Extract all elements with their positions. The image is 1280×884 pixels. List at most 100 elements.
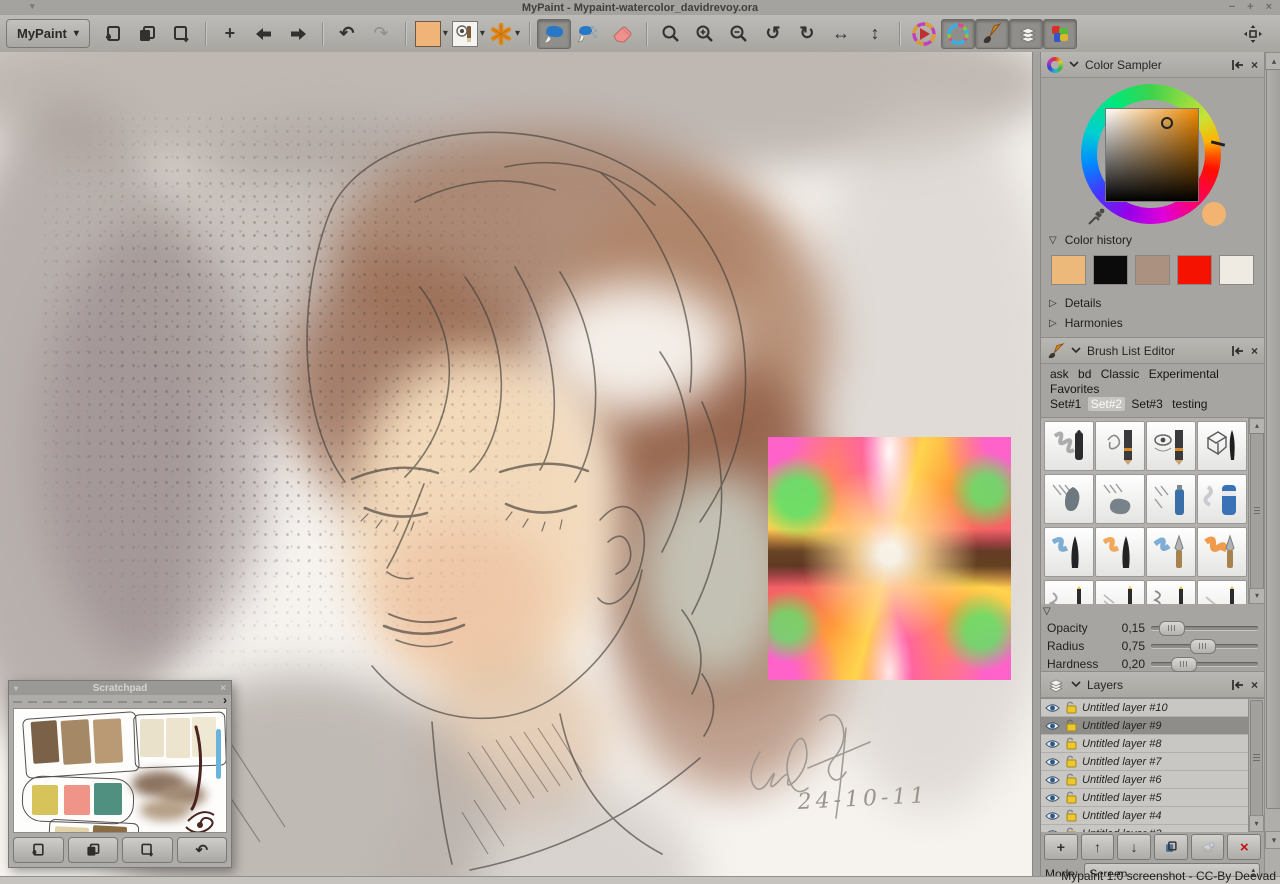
brush-item[interactable] xyxy=(1044,421,1094,471)
layers-panel-button[interactable] xyxy=(1009,19,1043,49)
brush-item[interactable] xyxy=(1044,474,1094,524)
history-swatch[interactable] xyxy=(1093,255,1128,285)
expand-arrow-icon[interactable]: › xyxy=(223,693,227,707)
brush-item[interactable] xyxy=(1095,580,1145,604)
brush-item[interactable] xyxy=(1197,580,1247,604)
maximize-button[interactable]: + xyxy=(1247,0,1253,15)
current-color-dot[interactable] xyxy=(1202,202,1226,226)
color-sampler-header[interactable]: Color Sampler × xyxy=(1041,52,1264,78)
scroll-up-icon[interactable]: ▴ xyxy=(1265,52,1280,70)
lock-open-icon[interactable] xyxy=(1065,755,1077,768)
rotate-ccw-button[interactable]: ↺ xyxy=(756,19,790,49)
brush-group-tab[interactable]: Experimental xyxy=(1146,367,1222,381)
visibility-eye-icon[interactable] xyxy=(1045,703,1060,713)
raise-layer-button[interactable]: ↑ xyxy=(1081,834,1115,860)
window-menu-chevron-icon[interactable]: ▾ xyxy=(30,1,35,12)
close-button[interactable]: × xyxy=(1266,0,1272,15)
panel-divider[interactable] xyxy=(1032,52,1041,877)
brush-panel-button[interactable] xyxy=(975,19,1009,49)
scratchpad-window[interactable]: ▾ Scratchpad × › xyxy=(8,680,232,868)
panel-close-icon[interactable]: × xyxy=(1251,678,1258,692)
hardness-slider[interactable] xyxy=(1151,662,1258,666)
brush-group-tab[interactable]: Classic xyxy=(1098,367,1143,381)
paint-tool-button[interactable] xyxy=(537,19,571,49)
merge-layer-button[interactable] xyxy=(1191,834,1225,860)
rotate-cw-button[interactable]: ↻ xyxy=(790,19,824,49)
smudge-tool-button[interactable] xyxy=(571,19,605,49)
duplicate-window-button[interactable] xyxy=(130,19,164,49)
dock-icon[interactable] xyxy=(1231,59,1245,71)
brush-group-tab[interactable]: Set#3 xyxy=(1128,397,1165,411)
title-bar[interactable]: ▾ MyPaint - Mypaint-watercolor_davidrevo… xyxy=(0,0,1280,15)
export-window-button[interactable] xyxy=(164,19,198,49)
saturation-value-square[interactable] xyxy=(1105,108,1199,202)
current-color-swatch[interactable] xyxy=(415,21,441,47)
scratchpad-undo-button[interactable]: ↶ xyxy=(177,837,228,863)
brush-item[interactable] xyxy=(1146,580,1196,604)
visibility-eye-icon[interactable] xyxy=(1045,739,1060,749)
flip-vertical-button[interactable]: ↕ xyxy=(858,19,892,49)
layer-row[interactable]: Untitled layer #8 xyxy=(1041,735,1248,753)
scroll-down-icon[interactable]: ▾ xyxy=(1265,831,1280,849)
brush-item[interactable] xyxy=(1095,474,1145,524)
zoom-in-button[interactable] xyxy=(688,19,722,49)
duplicate-layer-button[interactable] xyxy=(1154,834,1188,860)
brush-item[interactable] xyxy=(1044,527,1094,577)
brush-item[interactable] xyxy=(1146,421,1196,471)
lock-open-icon[interactable] xyxy=(1065,737,1077,750)
new-window-button[interactable] xyxy=(96,19,130,49)
brush-group-tab-selected[interactable]: Set#2 xyxy=(1088,397,1125,411)
redo-button[interactable]: ↷ xyxy=(364,19,398,49)
mypaint-menu-button[interactable]: MyPaint ▾ xyxy=(6,19,90,48)
brush-item[interactable] xyxy=(1197,527,1247,577)
brush-editor-header[interactable]: Brush List Editor × xyxy=(1041,338,1264,364)
brush-item[interactable] xyxy=(1197,474,1247,524)
brush-grid-scrollbar[interactable]: ▴ ▾ xyxy=(1248,418,1264,604)
history-swatch[interactable] xyxy=(1219,255,1254,285)
opacity-slider[interactable] xyxy=(1151,626,1258,630)
dock-icon[interactable] xyxy=(1231,345,1245,357)
scratchpad-close-icon[interactable]: × xyxy=(220,683,226,694)
layer-row-selected[interactable]: Untitled layer #9 xyxy=(1041,717,1248,735)
chevron-down-icon[interactable]: ▾ xyxy=(443,28,448,39)
scroll-down-icon[interactable]: ▾ xyxy=(1249,588,1264,604)
layer-row[interactable]: Untitled layer #6 xyxy=(1041,771,1248,789)
brush-star-button[interactable]: ▾ xyxy=(489,22,520,46)
scratchpad-collapse-row[interactable]: › xyxy=(9,695,231,708)
lock-open-icon[interactable] xyxy=(1065,809,1077,822)
chevron-down-icon[interactable] xyxy=(1071,681,1081,688)
brush-item[interactable] xyxy=(1146,474,1196,524)
add-layer-button[interactable]: + xyxy=(1044,834,1078,860)
layers-scrollbar[interactable]: ▾ xyxy=(1248,699,1264,832)
scrollbar-thumb[interactable] xyxy=(1266,69,1280,809)
layer-row[interactable]: Untitled layer #3 xyxy=(1041,825,1248,832)
brush-preview-button[interactable]: ▾ xyxy=(452,21,485,47)
brush-preview-thumbnail[interactable] xyxy=(452,21,478,47)
panel-close-icon[interactable]: × xyxy=(1251,344,1258,358)
color-swatch-button[interactable]: ▾ xyxy=(415,21,448,47)
lower-layer-button[interactable]: ↓ xyxy=(1117,834,1151,860)
chevron-down-icon[interactable] xyxy=(1071,347,1081,354)
add-button[interactable]: + xyxy=(213,19,247,49)
history-swatch[interactable] xyxy=(1051,255,1086,285)
scratchpad-new-button[interactable] xyxy=(13,837,64,863)
lock-open-icon[interactable] xyxy=(1065,791,1077,804)
chevron-down-icon[interactable] xyxy=(1069,61,1079,68)
history-swatch[interactable] xyxy=(1135,255,1170,285)
lock-open-icon[interactable] xyxy=(1065,701,1077,714)
eraser-tool-button[interactable] xyxy=(605,19,639,49)
lock-open-icon[interactable] xyxy=(1065,773,1077,786)
scrollbar-thumb[interactable] xyxy=(1250,700,1263,816)
visibility-eye-icon[interactable] xyxy=(1045,793,1060,803)
lock-open-icon[interactable] xyxy=(1065,719,1077,732)
scratchpad-canvas[interactable] xyxy=(13,708,227,833)
chevron-down-icon[interactable]: ▾ xyxy=(480,28,485,39)
eyedropper-icon[interactable] xyxy=(1087,208,1105,226)
minimize-button[interactable]: − xyxy=(1229,0,1235,15)
visibility-eye-icon[interactable] xyxy=(1045,775,1060,785)
slider-handle[interactable] xyxy=(1171,657,1197,672)
sidebar-scrollbar[interactable]: ▴ ▾ xyxy=(1264,52,1280,877)
brush-item[interactable] xyxy=(1095,527,1145,577)
details-expander[interactable]: ▷ Details xyxy=(1041,293,1264,313)
brush-item[interactable] xyxy=(1095,421,1145,471)
